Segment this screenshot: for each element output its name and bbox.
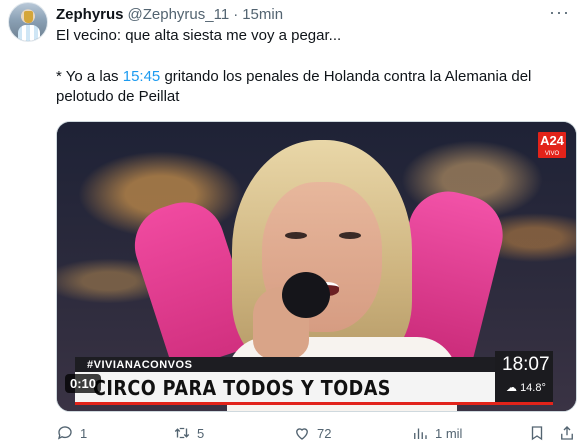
- retweet-icon: [174, 427, 190, 439]
- time-link[interactable]: 15:45: [123, 68, 161, 85]
- reply-button[interactable]: 1: [56, 424, 87, 442]
- presenter-eye-right: [339, 232, 361, 239]
- avatar-trophy: [24, 11, 33, 23]
- avatar-jersey: [18, 25, 40, 41]
- like-button[interactable]: 72: [293, 424, 331, 442]
- separator-dot: ·: [233, 5, 239, 23]
- channel-logo: A24 VIVO: [538, 132, 566, 158]
- action-bar: 1 5 72 1 mil: [56, 424, 576, 444]
- user-handle[interactable]: @Zephyrus_11: [128, 6, 230, 23]
- view-count: 1 mil: [435, 425, 463, 441]
- share-button[interactable]: [558, 424, 576, 442]
- microphone: [282, 272, 330, 318]
- share-icon: [561, 426, 573, 440]
- views-button[interactable]: 1 mil: [411, 424, 462, 442]
- timestamp[interactable]: 15min: [242, 6, 283, 23]
- bookmark-button[interactable]: [528, 424, 546, 442]
- like-count: 72: [317, 425, 332, 441]
- bookmark-icon: [531, 426, 543, 441]
- tweet-card[interactable]: Zephyrus @Zephyrus_11 · 15min ··· El vec…: [0, 0, 586, 446]
- tweet-text-line-2: * Yo a las 15:45 gritando los penales de…: [56, 67, 566, 107]
- tweet-text-before-link: * Yo a las: [56, 68, 123, 85]
- show-headline: CIRCO PARA TODOS Y TODAS: [93, 376, 391, 400]
- heart-icon: [296, 428, 308, 440]
- channel-live-label: VIVO: [544, 151, 560, 157]
- cloud-icon: ☁: [506, 382, 517, 394]
- temperature: 14.8°: [520, 382, 546, 394]
- more-options-icon[interactable]: ···: [549, 3, 570, 21]
- display-name[interactable]: Zephyrus: [56, 6, 124, 23]
- red-strip: [75, 402, 553, 405]
- avatar[interactable]: [8, 2, 48, 42]
- on-screen-clock: 18:07: [502, 354, 550, 375]
- tweet-text-line-1: El vecino: que alta siesta me voy a pega…: [56, 27, 342, 44]
- reply-count: 1: [80, 425, 88, 441]
- weather-readout: ☁ 14.8°: [506, 381, 546, 394]
- reply-icon: [57, 426, 72, 440]
- video-duration: 0:10: [65, 374, 102, 393]
- retweet-button[interactable]: 5: [173, 424, 204, 442]
- show-hashtag: #VIVIANACONVOS: [87, 359, 193, 371]
- retweet-count: 5: [197, 425, 205, 441]
- tweet-header: Zephyrus @Zephyrus_11 · 15min: [56, 4, 283, 24]
- views-icon: [414, 428, 427, 439]
- video-player[interactable]: A24 VIVO #VIVIANACONVOS CIRCO PARA TODOS…: [56, 121, 577, 412]
- presenter-eye-left: [285, 232, 307, 239]
- lower-third: #VIVIANACONVOS CIRCO PARA TODOS Y TODAS …: [57, 351, 576, 411]
- channel-logo-text: A24: [540, 133, 564, 148]
